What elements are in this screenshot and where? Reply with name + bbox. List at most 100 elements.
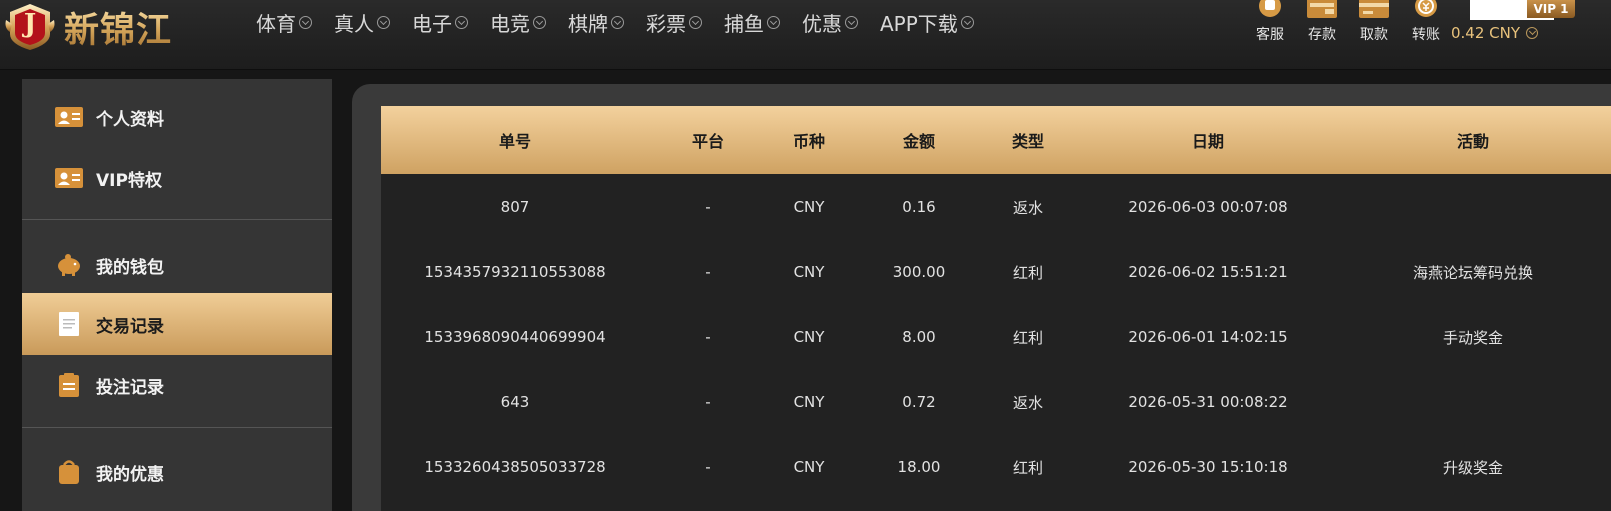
table-row[interactable]: 807 - CNY 0.16 返水 2026-06-03 00:07:08 [381, 174, 1611, 240]
nav-item-slots[interactable]: 电子 [412, 8, 468, 37]
cell-date: 2026-05-30 15:10:18 [1128, 458, 1288, 476]
nav-label: 真人 [334, 11, 374, 36]
chevron-down-icon [845, 15, 858, 29]
customer-service-button[interactable]: 客服 [1244, 0, 1296, 44]
transfer-button[interactable]: 转账 [1400, 0, 1452, 44]
tool-label: 取款 [1360, 27, 1388, 43]
transaction-table: 单号 平台 币种 金额 类型 日期 活動 807 - CNY 0.16 返水 2… [381, 106, 1611, 511]
cell-amount: 8.00 [902, 328, 936, 346]
cell-activity: 手动奖金 [1442, 328, 1504, 347]
table-row[interactable]: 1533968090440699904 - CNY 8.00 红利 2026-0… [381, 304, 1611, 370]
cell-type: 红利 [1012, 458, 1044, 477]
cell-order-no: 1533968090440699904 [424, 328, 606, 346]
sidebar-item-promotions[interactable]: 我的优惠 [22, 441, 332, 503]
sidebar-item-label: 投注记录 [96, 377, 164, 398]
cell-platform: - [705, 263, 711, 281]
sidebar-item-vip[interactable]: VIP特权 [22, 147, 332, 209]
cell-platform: - [705, 198, 711, 216]
coin-icon [1411, 0, 1441, 20]
chevron-down-icon [611, 15, 624, 29]
vip-card-icon [55, 167, 83, 189]
cell-type: 返水 [1012, 198, 1044, 217]
chevron-down-icon [960, 15, 974, 29]
sidebar-item-wallet[interactable]: 我的钱包 [22, 234, 332, 296]
sidebar-item-bets[interactable]: 投注记录 [22, 354, 332, 416]
nav-item-live[interactable]: 真人 [334, 8, 390, 37]
wallet-icon [1307, 0, 1337, 20]
table-row[interactable]: 643 - CNY 0.72 返水 2026-05-31 00:08:22 [381, 369, 1611, 435]
cell-order-no: 1534357932110553088 [424, 263, 606, 281]
table-row[interactable]: 1534357932110553088 - CNY 300.00 红利 2026… [381, 239, 1611, 305]
vip-level-badge[interactable]: VIP 1 [1527, 0, 1575, 18]
nav-label: 彩票 [646, 11, 686, 36]
table-row[interactable]: 1533260438505033728 - CNY 18.00 红利 2026-… [381, 434, 1611, 500]
nav-item-lottery[interactable]: 彩票 [646, 8, 702, 37]
document-icon [55, 312, 83, 336]
sidebar-item-label: 个人资料 [96, 109, 164, 130]
cell-currency: CNY [793, 198, 825, 216]
nav-item-app-download[interactable]: APP下载 [880, 8, 974, 37]
gift-bag-icon [55, 460, 83, 484]
account-sidebar: 个人资料 VIP特权 我的钱包 交易记录 投注记录 我的优惠 [22, 79, 332, 511]
cell-type: 红利 [1012, 263, 1044, 282]
nav-item-sports[interactable]: 体育 [256, 8, 312, 37]
nav-item-promotions[interactable]: 优惠 [802, 8, 858, 37]
nav-label: 优惠 [802, 11, 842, 36]
cell-amount: 18.00 [897, 458, 941, 476]
nav-item-esports[interactable]: 电竞 [490, 8, 546, 37]
sidebar-item-label: 我的优惠 [96, 464, 164, 485]
tool-label: 客服 [1256, 27, 1284, 43]
cell-date: 2026-06-02 15:51:21 [1128, 263, 1288, 281]
column-header-type[interactable]: 类型 [1012, 106, 1044, 174]
piggy-bank-icon [55, 254, 83, 276]
cell-date: 2026-05-31 00:08:22 [1128, 393, 1288, 411]
chevron-down-icon [299, 15, 312, 29]
top-header: J 新锦江 体育 真人 电子 电竞 棋牌 彩票 捕鱼 优惠 APP下载 客服 存… [0, 0, 1611, 70]
brand-name: 新锦江 [64, 2, 172, 53]
column-header-order-no[interactable]: 单号 [499, 106, 531, 174]
cell-date: 2026-06-03 00:07:08 [1128, 198, 1288, 216]
card-icon [1359, 0, 1389, 20]
sidebar-item-label: VIP特权 [96, 170, 162, 191]
brand-logo[interactable]: J 新锦江 [4, 0, 219, 54]
chevron-down-icon [455, 15, 468, 29]
column-header-currency[interactable]: 币种 [793, 106, 825, 174]
sidebar-divider [22, 427, 332, 428]
sidebar-item-label: 交易记录 [96, 316, 164, 337]
column-header-platform[interactable]: 平台 [692, 106, 724, 174]
column-header-amount[interactable]: 金额 [903, 106, 935, 174]
id-card-icon [55, 106, 83, 128]
cell-order-no: 807 [500, 198, 530, 216]
nav-item-fishing[interactable]: 捕鱼 [724, 8, 780, 37]
cell-amount: 300.00 [892, 263, 946, 281]
logo-badge-letter: J [23, 9, 37, 39]
main-nav: 体育 真人 电子 电竞 棋牌 彩票 捕鱼 优惠 APP下载 [256, 6, 996, 38]
nav-item-cards[interactable]: 棋牌 [568, 8, 624, 37]
cell-order-no: 643 [500, 393, 530, 411]
withdraw-button[interactable]: 取款 [1348, 0, 1400, 44]
cell-currency: CNY [793, 458, 825, 476]
account-tools: 客服 存款 取款 转账 [1244, 0, 1452, 50]
balance-amount: 0.42 CNY [1451, 24, 1521, 42]
deposit-button[interactable]: 存款 [1296, 0, 1348, 44]
sidebar-item-transactions[interactable]: 交易记录 [22, 293, 332, 355]
cell-activity: 升级奖金 [1442, 458, 1504, 477]
nav-label: 电子 [412, 11, 452, 36]
tool-label: 转账 [1412, 27, 1440, 43]
sidebar-item-profile[interactable]: 个人资料 [22, 86, 332, 148]
nav-label: 电竞 [490, 11, 530, 36]
cell-currency: CNY [793, 328, 825, 346]
logo-badge-icon: J [4, 2, 56, 52]
chevron-down-icon [767, 15, 780, 29]
sidebar-divider [22, 219, 332, 220]
column-header-date[interactable]: 日期 [1192, 106, 1224, 174]
account-balance[interactable]: 0.42 CNY [1451, 24, 1539, 42]
cell-order-no: 1533260438505033728 [424, 458, 606, 476]
column-header-activity[interactable]: 活動 [1457, 106, 1489, 174]
sidebar-item-label: 我的钱包 [96, 257, 164, 278]
nav-label: APP下载 [880, 11, 958, 36]
cell-type: 红利 [1012, 328, 1044, 347]
chevron-down-icon [689, 15, 702, 29]
cell-activity: 海燕论坛筹码兑换 [1412, 263, 1534, 282]
nav-label: 棋牌 [568, 11, 608, 36]
